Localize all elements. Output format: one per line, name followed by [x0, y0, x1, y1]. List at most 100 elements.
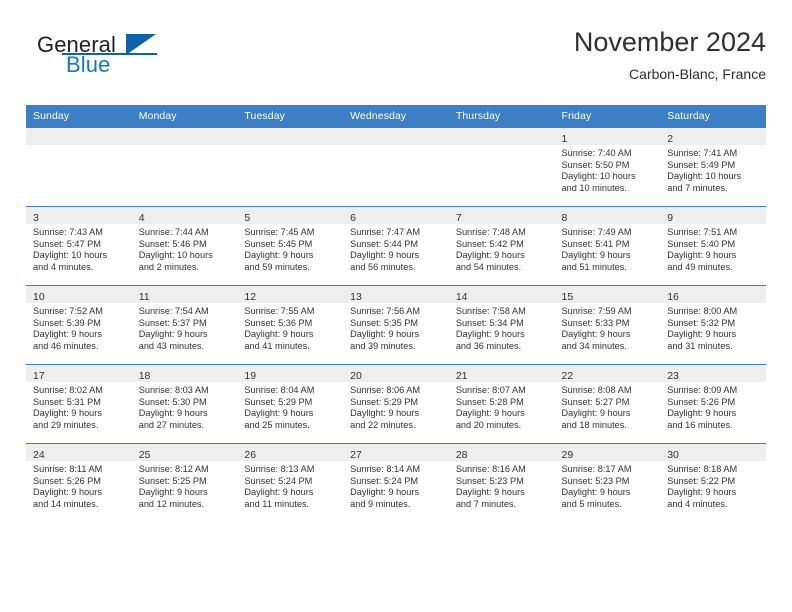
calendar-cell-inner: 3 Sunrise: 7:43 AM Sunset: 5:47 PM Daylight…: [26, 207, 132, 285]
day-number: 6: [350, 212, 356, 224]
day-details: Sunrise: 8:09 AM Sunset: 5:26 PM Daylight:…: [660, 382, 766, 432]
sunset-time: Sunset: 5:31 PM: [33, 396, 101, 407]
sunrise-time: Sunrise: 8:02 AM: [33, 385, 103, 395]
calendar-day-cell[interactable]: 17 Sunrise: 8:02 AM Sunset: 5:31 PM Dayligh…: [26, 364, 132, 444]
weekday-header-row: Sunday Monday Tuesday Wednesday Thursday…: [26, 105, 766, 128]
daylight-duration-line2: and 41 minutes.: [244, 341, 310, 352]
calendar-day-cell[interactable]: 26 Sunrise: 8:13 AM Sunset: 5:24 PM Dayligh…: [237, 443, 344, 522]
daylight-duration-line2: and 34 minutes.: [561, 341, 627, 352]
day-number-band: 15: [554, 286, 661, 303]
calendar-cell-inner: 7 Sunrise: 7:48 AM Sunset: 5:42 PM Daylight…: [448, 207, 555, 285]
calendar-cell-inner: 18 Sunrise: 8:03 AM Sunset: 5:30 PM Dayligh…: [131, 365, 238, 443]
calendar-day-cell[interactable]: 6 Sunrise: 7:47 AM Sunset: 5:44 PM Daylight…: [343, 206, 449, 286]
daylight-duration-line1: Daylight: 9 hours: [455, 487, 525, 498]
day-number: 27: [350, 449, 362, 461]
daylight-duration-line1: Daylight: 9 hours: [138, 329, 208, 340]
day-number: 10: [33, 291, 45, 303]
daylight-duration-line1: Daylight: 9 hours: [455, 329, 525, 340]
day-number: 20: [350, 370, 362, 382]
sunrise-time: Sunrise: 8:08 AM: [561, 385, 632, 395]
calendar-day-cell[interactable]: 24 Sunrise: 8:11 AM Sunset: 5:26 PM Dayligh…: [26, 443, 132, 522]
daylight-duration-line1: Daylight: 9 hours: [244, 329, 314, 340]
calendar-page: General Blue November 2024 Carbon-Blanc,…: [0, 0, 792, 612]
calendar-day-cell[interactable]: 12 Sunrise: 7:55 AM Sunset: 5:36 PM Dayligh…: [237, 285, 344, 365]
sunrise-time: Sunrise: 7:40 AM: [561, 148, 632, 158]
calendar-day-cell[interactable]: 20 Sunrise: 8:06 AM Sunset: 5:29 PM Dayligh…: [343, 364, 449, 444]
calendar-day-cell[interactable]: 30 Sunrise: 8:18 AM Sunset: 5:22 PM Dayligh…: [660, 443, 766, 522]
calendar-day-cell[interactable]: 25 Sunrise: 8:12 AM Sunset: 5:25 PM Dayligh…: [131, 443, 238, 522]
calendar-day-cell[interactable]: 21 Sunrise: 8:07 AM Sunset: 5:28 PM Dayligh…: [448, 364, 555, 444]
day-number-band: 22: [554, 365, 661, 382]
day-number: 23: [667, 370, 679, 382]
calendar-body: 1 Sunrise: 7:40 AM Sunset: 5:50 PM Daylight…: [26, 127, 766, 522]
daylight-duration-line2: and 20 minutes.: [455, 420, 522, 431]
day-number-band: 11: [131, 286, 238, 303]
calendar-day-cell[interactable]: 11 Sunrise: 7:54 AM Sunset: 5:37 PM Dayligh…: [131, 285, 238, 365]
calendar-day-cell[interactable]: 10 Sunrise: 7:52 AM Sunset: 5:39 PM Dayligh…: [26, 285, 132, 365]
sunset-time: Sunset: 5:50 PM: [561, 159, 630, 170]
sunset-time: Sunset: 5:29 PM: [244, 396, 313, 407]
day-number: 5: [244, 212, 251, 224]
day-details: Sunrise: 8:11 AM Sunset: 5:26 PM Daylight:…: [26, 461, 132, 511]
daylight-duration-line2: and 2 minutes.: [138, 262, 199, 273]
sunset-time: Sunset: 5:29 PM: [350, 396, 419, 407]
calendar-day-cell[interactable]: 3 Sunrise: 7:43 AM Sunset: 5:47 PM Daylight…: [26, 206, 132, 286]
calendar-day-cell[interactable]: 5 Sunrise: 7:45 AM Sunset: 5:45 PM Daylight…: [237, 206, 344, 286]
calendar-day-cell[interactable]: 16 Sunrise: 8:00 AM Sunset: 5:32 PM Dayligh…: [660, 285, 766, 365]
day-number: 16: [667, 291, 679, 303]
day-details: Sunrise: 7:52 AM Sunset: 5:39 PM Daylight:…: [26, 303, 132, 353]
calendar-day-cell[interactable]: 15 Sunrise: 7:59 AM Sunset: 5:33 PM Dayligh…: [554, 285, 661, 365]
calendar-day-cell[interactable]: 13 Sunrise: 7:56 AM Sunset: 5:35 PM Dayligh…: [343, 285, 449, 365]
calendar-day-cell[interactable]: 29 Sunrise: 8:17 AM Sunset: 5:23 PM Dayligh…: [554, 443, 661, 522]
brand-logo[interactable]: General Blue: [26, 28, 216, 88]
calendar-day-cell[interactable]: 1 Sunrise: 7:40 AM Sunset: 5:50 PM Daylight…: [554, 127, 661, 207]
sunset-time: Sunset: 5:22 PM: [667, 475, 736, 486]
calendar-day-cell[interactable]: 22 Sunrise: 8:08 AM Sunset: 5:27 PM Dayligh…: [554, 364, 661, 444]
daylight-duration-line1: Daylight: 9 hours: [667, 329, 737, 340]
day-details: Sunrise: 8:04 AM Sunset: 5:29 PM Daylight:…: [237, 382, 343, 432]
calendar-day-cell[interactable]: 8 Sunrise: 7:49 AM Sunset: 5:41 PM Daylight…: [554, 206, 661, 286]
daylight-duration-line1: Daylight: 10 hours: [667, 171, 742, 182]
calendar-day-cell[interactable]: 18 Sunrise: 8:03 AM Sunset: 5:30 PM Dayligh…: [131, 364, 238, 444]
brand-name-blue: Blue: [66, 52, 111, 77]
calendar-day-cell[interactable]: 9 Sunrise: 7:51 AM Sunset: 5:40 PM Daylight…: [660, 206, 766, 286]
sunset-time: Sunset: 5:49 PM: [667, 159, 736, 170]
daylight-duration-line2: and 27 minutes.: [138, 420, 205, 431]
daylight-duration-line1: Daylight: 9 hours: [561, 487, 631, 498]
calendar-day-cell[interactable]: 2 Sunrise: 7:41 AM Sunset: 5:49 PM Daylight…: [660, 127, 766, 207]
sunrise-time: Sunrise: 7:43 AM: [33, 227, 103, 237]
day-details: Sunrise: 7:59 AM Sunset: 5:33 PM Daylight:…: [555, 303, 661, 353]
day-number-band: 26: [237, 444, 344, 461]
calendar-day-cell[interactable]: 4 Sunrise: 7:44 AM Sunset: 5:46 PM Daylight…: [131, 206, 238, 286]
daylight-duration-line2: and 25 minutes.: [244, 420, 310, 431]
day-number: 2: [667, 133, 674, 145]
daylight-duration-line1: Daylight: 9 hours: [33, 487, 102, 498]
sunset-time: Sunset: 5:24 PM: [350, 475, 419, 486]
sunset-time: Sunset: 5:45 PM: [244, 238, 313, 249]
sunrise-time: Sunrise: 8:17 AM: [561, 464, 632, 474]
daylight-duration-line1: Daylight: 10 hours: [561, 171, 636, 182]
sunset-time: Sunset: 5:30 PM: [138, 396, 207, 407]
daylight-duration-line1: Daylight: 9 hours: [455, 408, 525, 419]
calendar-day-cell[interactable]: 7 Sunrise: 7:48 AM Sunset: 5:42 PM Daylight…: [448, 206, 555, 286]
day-number-band: 9: [660, 207, 766, 224]
sunrise-time: Sunrise: 7:58 AM: [455, 306, 526, 316]
calendar-cell-inner: 6 Sunrise: 7:47 AM Sunset: 5:44 PM Daylight…: [343, 207, 449, 285]
calendar-day-cell[interactable]: 14 Sunrise: 7:58 AM Sunset: 5:34 PM Dayligh…: [448, 285, 555, 365]
day-number: 26: [244, 449, 257, 461]
day-number: 29: [561, 449, 574, 461]
sunset-time: Sunset: 5:40 PM: [667, 238, 736, 249]
calendar-day-cell[interactable]: 27 Sunrise: 8:14 AM Sunset: 5:24 PM Dayligh…: [343, 443, 449, 522]
sunrise-time: Sunrise: 7:48 AM: [455, 227, 526, 237]
calendar-day-cell[interactable]: 28 Sunrise: 8:16 AM Sunset: 5:23 PM Dayligh…: [448, 443, 555, 522]
sunrise-time: Sunrise: 7:45 AM: [244, 227, 315, 237]
daylight-duration-line2: and 56 minutes.: [350, 262, 416, 273]
day-number: 17: [33, 370, 45, 382]
daylight-duration-line2: and 39 minutes.: [350, 341, 416, 352]
sunrise-time: Sunrise: 7:54 AM: [138, 306, 209, 316]
sunset-time: Sunset: 5:32 PM: [667, 317, 736, 328]
day-number: 1: [561, 133, 568, 145]
daylight-duration-line2: and 43 minutes.: [138, 341, 205, 352]
calendar-day-cell[interactable]: 23 Sunrise: 8:09 AM Sunset: 5:26 PM Dayligh…: [660, 364, 766, 444]
calendar-day-cell[interactable]: 19 Sunrise: 8:04 AM Sunset: 5:29 PM Dayligh…: [237, 364, 344, 444]
